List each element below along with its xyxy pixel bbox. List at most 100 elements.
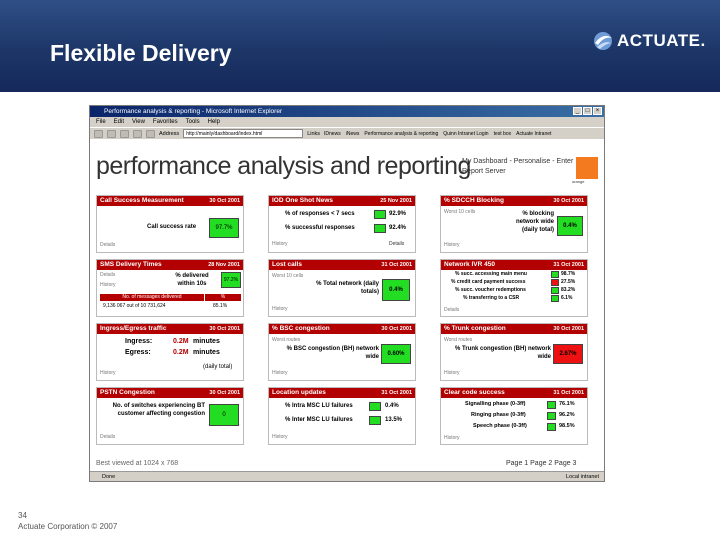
- details-link[interactable]: Details: [100, 434, 115, 440]
- stop-button[interactable]: [120, 129, 129, 138]
- panel-title: Call Success Measurement: [100, 197, 184, 204]
- panel-title: % SDCCH Blocking: [444, 197, 504, 204]
- panel-iod: IOD One Shot News 25 Nov 2001 % of respon…: [268, 195, 416, 253]
- status-indicator: [551, 287, 559, 294]
- panel-title: Clear code success: [444, 389, 505, 396]
- panel-ingress-egress: Ingress/Egress traffic 30 Oct 2001 Ingres…: [96, 323, 244, 381]
- history-link[interactable]: History: [444, 370, 460, 376]
- slide-number: 34: [18, 511, 27, 520]
- menu-file[interactable]: File: [96, 117, 106, 127]
- worst-cells-link[interactable]: Worst 10 cells: [272, 273, 303, 279]
- metric-value: 96.2%: [559, 412, 575, 418]
- panel-header: Ingress/Egress traffic 30 Oct 2001: [97, 324, 243, 334]
- panel-title: Location updates: [272, 389, 326, 396]
- details-link[interactable]: Details: [444, 307, 459, 313]
- link-testbox[interactable]: test box: [494, 131, 512, 137]
- panel-trunk: % Trunk congestion 30 Oct 2001 Worst rout…: [440, 323, 588, 381]
- panel-header: Call Success Measurement 30 Oct 2001: [97, 196, 243, 206]
- panel-location-updates: Location updates 31 Oct 2001 % Intra MSC …: [268, 387, 416, 445]
- metric-value: 97.2%: [221, 272, 241, 288]
- panel-header: Clear code success 31 Oct 2001: [441, 388, 587, 398]
- panel-date: 30 Oct 2001: [209, 198, 240, 204]
- history-link[interactable]: History: [444, 242, 460, 248]
- ingress-unit: minutes: [193, 338, 220, 345]
- link-idnews[interactable]: IDnews: [324, 131, 341, 137]
- maximize-icon[interactable]: □: [583, 107, 592, 115]
- metric-value: 83.2%: [561, 287, 576, 293]
- home-button[interactable]: [146, 129, 155, 138]
- panel-sdcch: % SDCCH Blocking 30 Oct 2001 Worst 10 cel…: [440, 195, 588, 253]
- metric-value: 76.1%: [559, 401, 575, 407]
- panel-date: 31 Oct 2001: [553, 262, 584, 268]
- refresh-button[interactable]: [133, 129, 142, 138]
- back-button[interactable]: [94, 129, 103, 138]
- history-link[interactable]: History: [272, 434, 288, 440]
- history-link[interactable]: History: [272, 241, 288, 247]
- best-viewed-note: Best viewed at 1024 x 768: [96, 460, 179, 467]
- panel-header: Location updates 31 Oct 2001: [269, 388, 415, 398]
- menu-tools[interactable]: Tools: [186, 117, 200, 127]
- panel-date: 30 Oct 2001: [553, 326, 584, 332]
- history-link[interactable]: History: [100, 370, 116, 376]
- metric-label: % delivered within 10s: [175, 273, 209, 287]
- metric-value: 6.1%: [561, 295, 573, 301]
- pagination-links[interactable]: Page 1 Page 2 Page 3: [506, 460, 576, 467]
- egress-unit: minutes: [193, 349, 220, 356]
- panel-header: % Trunk congestion 30 Oct 2001: [441, 324, 587, 334]
- metric-label: Ringing phase (0-3ff): [471, 412, 526, 418]
- metric-value: 27.5%: [561, 279, 576, 285]
- panel-title: PSTN Congestion: [100, 389, 155, 396]
- panel-title: Lost calls: [272, 261, 302, 268]
- ingress-label: Ingress:: [125, 338, 153, 345]
- metric-label: % Total network (daily totals): [316, 281, 379, 295]
- slide: Flexible Delivery ACTUATE. Performance a…: [0, 0, 720, 540]
- status-indicator: [374, 210, 386, 219]
- menu-favorites[interactable]: Favorites: [153, 117, 178, 127]
- egress-value: 0.2M: [173, 349, 189, 356]
- worst-cells-link[interactable]: Worst 10 cells: [444, 209, 475, 215]
- metric-label: % transferring to a CSR: [463, 295, 520, 301]
- worst-routes-link[interactable]: Worst routes: [444, 337, 472, 343]
- metric-label: % blocking network wide (daily total): [515, 211, 554, 233]
- link-actuate[interactable]: Actuate Intranet: [516, 131, 551, 137]
- history-link[interactable]: History: [444, 435, 460, 441]
- link-inews[interactable]: iNews: [346, 131, 360, 137]
- links-bar: IDnews iNews Performance analysis & repo…: [324, 131, 551, 137]
- details-link[interactable]: Details: [100, 242, 115, 248]
- panel-title: % BSC congestion: [272, 325, 330, 332]
- browser-menubar: File Edit View Favorites Tools Help: [90, 117, 604, 127]
- browser-toolbar: Address http://mainly/dashboard/index.ht…: [90, 127, 604, 139]
- minimize-icon[interactable]: _: [573, 107, 582, 115]
- details-link[interactable]: Details: [389, 241, 404, 247]
- status-indicator: [547, 412, 556, 420]
- history-link[interactable]: History: [272, 306, 288, 312]
- browser-window: Performance analysis & reporting - Micro…: [89, 105, 605, 482]
- panel-date: 30 Oct 2001: [209, 390, 240, 396]
- metric-label: Signalling phase (0-3ff): [465, 401, 526, 407]
- slide-footer: 34 Actuate Corporation © 2007: [18, 510, 117, 532]
- forward-button[interactable]: [107, 129, 116, 138]
- link-performance[interactable]: Performance analysis & reporting: [364, 131, 438, 137]
- status-indicator: [374, 224, 386, 233]
- address-input[interactable]: http://mainly/dashboard/index.html: [183, 129, 304, 138]
- menu-edit[interactable]: Edit: [114, 117, 124, 127]
- panel-date: 31 Oct 2001: [381, 262, 412, 268]
- dashboard-links[interactable]: My Dashboard - Personalise - Enter Repor…: [462, 157, 592, 177]
- close-icon[interactable]: ×: [593, 107, 602, 115]
- panel-call-success: Call Success Measurement 30 Oct 2001 Call…: [96, 195, 244, 253]
- metric-label: Speech phase (0-3ff): [473, 423, 527, 429]
- history-link[interactable]: History: [100, 282, 116, 288]
- menu-view[interactable]: View: [132, 117, 145, 127]
- panel-ivr: Network IVR 450 31 Oct 2001 % succ. acces…: [440, 259, 588, 317]
- ingress-value: 0.2M: [173, 338, 189, 345]
- history-link[interactable]: History: [272, 370, 288, 376]
- worst-routes-link[interactable]: Worst routes: [272, 337, 300, 343]
- details-link[interactable]: Details: [100, 272, 115, 278]
- metric-label: % successful responses: [285, 225, 355, 231]
- metric-value: 0.4%: [557, 216, 583, 236]
- status-text: Done: [102, 474, 116, 480]
- copyright: Actuate Corporation © 2007: [18, 522, 118, 531]
- menu-help[interactable]: Help: [208, 117, 220, 127]
- panel-date: 28 Nov 2001: [208, 262, 240, 268]
- link-quinn[interactable]: Quinn Intranet Login: [443, 131, 488, 137]
